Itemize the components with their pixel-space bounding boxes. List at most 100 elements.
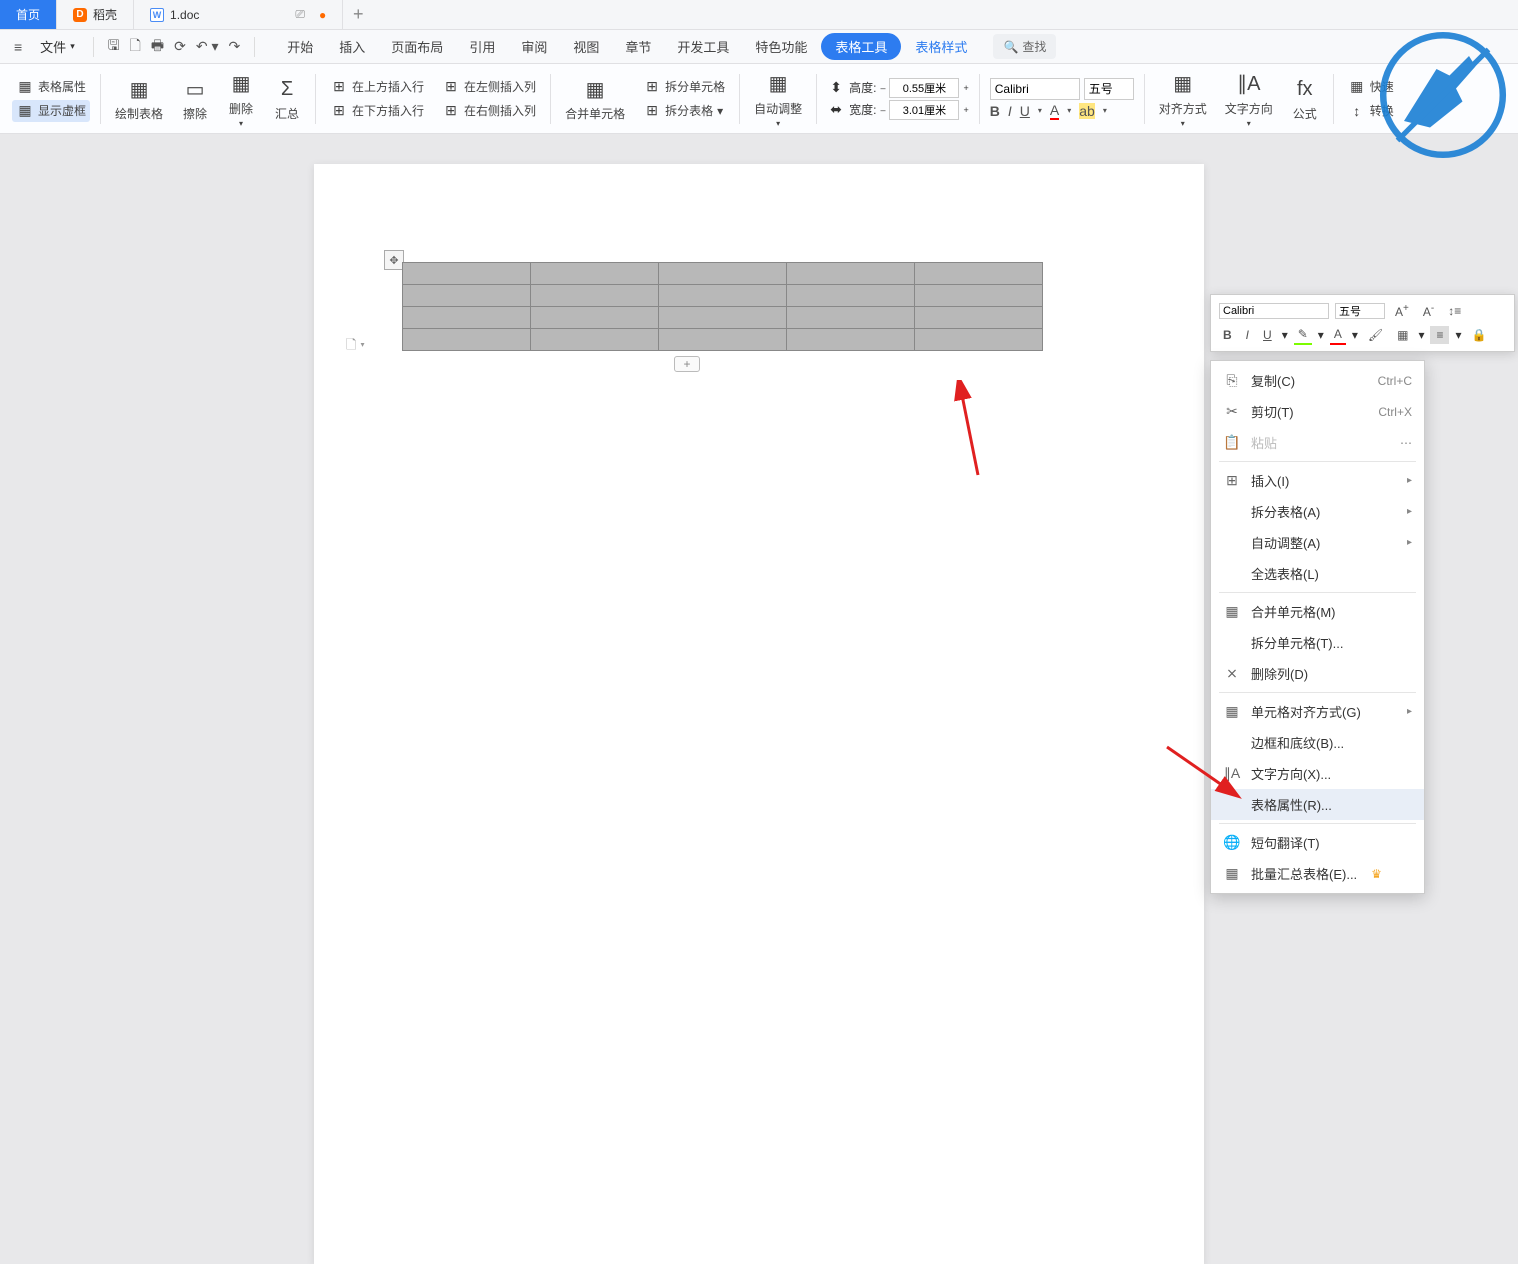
mini-lock-icon[interactable]: 🔒: [1468, 326, 1491, 344]
tab-devtools[interactable]: 开发工具: [665, 31, 741, 62]
size-select[interactable]: [1084, 78, 1134, 100]
draw-table-button[interactable]: ▦绘制表格: [107, 71, 171, 126]
page[interactable]: ✥ 🗋 ▾ +: [314, 164, 1204, 1264]
document-table[interactable]: [402, 262, 1043, 351]
ctx-cell-align[interactable]: ▦单元格对齐方式(G)▸: [1211, 696, 1424, 727]
split-cell-button[interactable]: ⊞拆分单元格: [639, 76, 729, 98]
ctx-insert[interactable]: ⊞插入(I)▸: [1211, 465, 1424, 496]
font-select[interactable]: [990, 78, 1080, 100]
search-icon: 🔍: [1003, 40, 1018, 54]
bold-button[interactable]: B: [990, 103, 1000, 119]
modified-dot: ●: [319, 8, 326, 22]
summary-icon: ▦: [1223, 865, 1241, 882]
insert-row-above[interactable]: ⊞在上方插入行: [326, 76, 428, 98]
mini-size-select[interactable]: [1335, 303, 1385, 319]
mini-underline[interactable]: U: [1259, 326, 1276, 344]
font-color-button[interactable]: A: [1050, 102, 1059, 120]
mini-italic[interactable]: I: [1242, 326, 1253, 344]
height-input[interactable]: [889, 78, 959, 98]
underline-button[interactable]: U: [1020, 103, 1030, 119]
print-preview-icon[interactable]: 🗋: [130, 35, 141, 59]
quick-icon: ▦: [1348, 78, 1366, 96]
fx-icon: fx: [1291, 75, 1319, 103]
ctx-border-shading[interactable]: 边框和底纹(B)...: [1211, 727, 1424, 758]
ctx-table-properties[interactable]: 表格属性(R)...: [1211, 789, 1424, 820]
ctx-cut[interactable]: ✂剪切(T)Ctrl+X: [1211, 396, 1424, 427]
menu-bar: ≡ 文件 ▾ 🖫 🗋 🖶 ⟳ ↶ ▾ ↷ 开始 插入 页面布局 引用 审阅 视图…: [0, 30, 1518, 64]
tab-layout[interactable]: 页面布局: [379, 31, 455, 62]
tab-review[interactable]: 审阅: [509, 31, 559, 62]
alignment-button[interactable]: ▦对齐方式▾: [1151, 66, 1215, 132]
tab-table-style[interactable]: 表格样式: [903, 31, 979, 62]
watermark-knight: [1378, 30, 1508, 160]
split-table-button[interactable]: ⊞拆分表格 ▾: [639, 100, 729, 122]
add-row-button[interactable]: +: [674, 356, 700, 372]
redo-icon[interactable]: ↷: [229, 38, 241, 55]
tab-daoke[interactable]: D 稻壳: [57, 0, 134, 29]
mini-toolbar: A+ A- ↕≡ B I U▾ ✎▾ A▾ 🖌 ▦▾ ≡▾ 🔒: [1210, 294, 1515, 352]
ctx-summary-tables[interactable]: ▦批量汇总表格(E)...♛: [1211, 858, 1424, 889]
mini-border[interactable]: ▦: [1393, 326, 1412, 344]
decrease-font-icon[interactable]: A-: [1419, 301, 1438, 321]
erase-button[interactable]: ▭擦除: [173, 71, 217, 126]
tab-references[interactable]: 引用: [457, 31, 507, 62]
ctx-delete-column[interactable]: ⨯删除列(D): [1211, 658, 1424, 689]
text-direction-button[interactable]: ∥A文字方向▾: [1217, 66, 1281, 132]
autofit-button[interactable]: ▦自动调整▾: [746, 66, 810, 132]
ctx-split-cells[interactable]: 拆分单元格(T)...: [1211, 627, 1424, 658]
formula-button[interactable]: fx公式: [1283, 71, 1327, 126]
new-tab-button[interactable]: +: [343, 0, 373, 29]
ctx-paste: 📋粘贴⋯: [1211, 427, 1424, 458]
tab-chapter[interactable]: 章节: [613, 31, 663, 62]
refresh-icon[interactable]: ⟳: [174, 38, 186, 55]
file-menu[interactable]: 文件 ▾: [32, 33, 83, 60]
delete-button[interactable]: ▦删除▾: [219, 66, 263, 132]
doc-icon: W: [150, 8, 164, 22]
tab-document[interactable]: W 1.doc ⎚ ●: [134, 0, 343, 29]
insert-col-right[interactable]: ⊞在右侧插入列: [438, 100, 540, 122]
tab-insert[interactable]: 插入: [327, 31, 377, 62]
mini-font-select[interactable]: [1219, 303, 1329, 319]
close-icon[interactable]: ⎚: [295, 7, 305, 22]
tab-start[interactable]: 开始: [275, 31, 325, 62]
convert-icon: ↕: [1348, 102, 1366, 120]
ctx-merge-cells[interactable]: ▦合并单元格(M): [1211, 596, 1424, 627]
width-input[interactable]: [889, 100, 959, 120]
ctx-copy[interactable]: ⎘复制(C)Ctrl+C: [1211, 365, 1424, 396]
ctx-select-all-table[interactable]: 全选表格(L): [1211, 558, 1424, 589]
sum-icon: Σ: [273, 75, 301, 103]
ctx-split-table[interactable]: 拆分表格(A)▸: [1211, 496, 1424, 527]
mini-bold[interactable]: B: [1219, 326, 1236, 344]
merge-cells-button[interactable]: ▦合并单元格: [557, 71, 633, 126]
mini-highlight[interactable]: ✎: [1294, 325, 1312, 345]
tab-features[interactable]: 特色功能: [743, 31, 819, 62]
ctx-translate[interactable]: 🌐短句翻译(T): [1211, 827, 1424, 858]
table-properties-button[interactable]: ▦表格属性: [12, 76, 90, 98]
tab-table-tools[interactable]: 表格工具: [821, 33, 901, 60]
line-spacing-icon[interactable]: ↕≡: [1444, 302, 1465, 320]
undo-icon[interactable]: ↶ ▾: [196, 38, 219, 55]
hamburger-icon[interactable]: ≡: [8, 35, 28, 59]
pencil-table-icon: ▦: [125, 75, 153, 103]
tab-view[interactable]: 视图: [561, 31, 611, 62]
ctx-text-direction[interactable]: ∥A文字方向(X)...: [1211, 758, 1424, 789]
mini-format-painter[interactable]: 🖌: [1364, 326, 1387, 344]
row-below-icon: ⊞: [330, 102, 348, 120]
ctx-autofit[interactable]: 自动调整(A)▸: [1211, 527, 1424, 558]
insert-col-left[interactable]: ⊞在左侧插入列: [438, 76, 540, 98]
insert-row-below[interactable]: ⊞在下方插入行: [326, 100, 428, 122]
table-move-handle[interactable]: ✥: [384, 250, 404, 270]
print-icon[interactable]: 🖶: [151, 35, 164, 59]
mini-font-color[interactable]: A: [1330, 325, 1346, 345]
tab-home[interactable]: 首页: [0, 0, 57, 29]
align-icon: ▦: [1223, 703, 1241, 720]
show-border-button[interactable]: ▦显示虚框: [12, 100, 90, 122]
mini-shading[interactable]: ≡: [1430, 326, 1449, 344]
highlight-button[interactable]: ab: [1079, 103, 1095, 119]
eraser-icon: ▭: [181, 75, 209, 103]
search-box[interactable]: 🔍 查找: [993, 34, 1056, 59]
sum-button[interactable]: Σ汇总: [265, 71, 309, 126]
increase-font-icon[interactable]: A+: [1391, 301, 1413, 321]
italic-button[interactable]: I: [1008, 103, 1012, 119]
save-icon[interactable]: 🖫: [108, 35, 120, 59]
